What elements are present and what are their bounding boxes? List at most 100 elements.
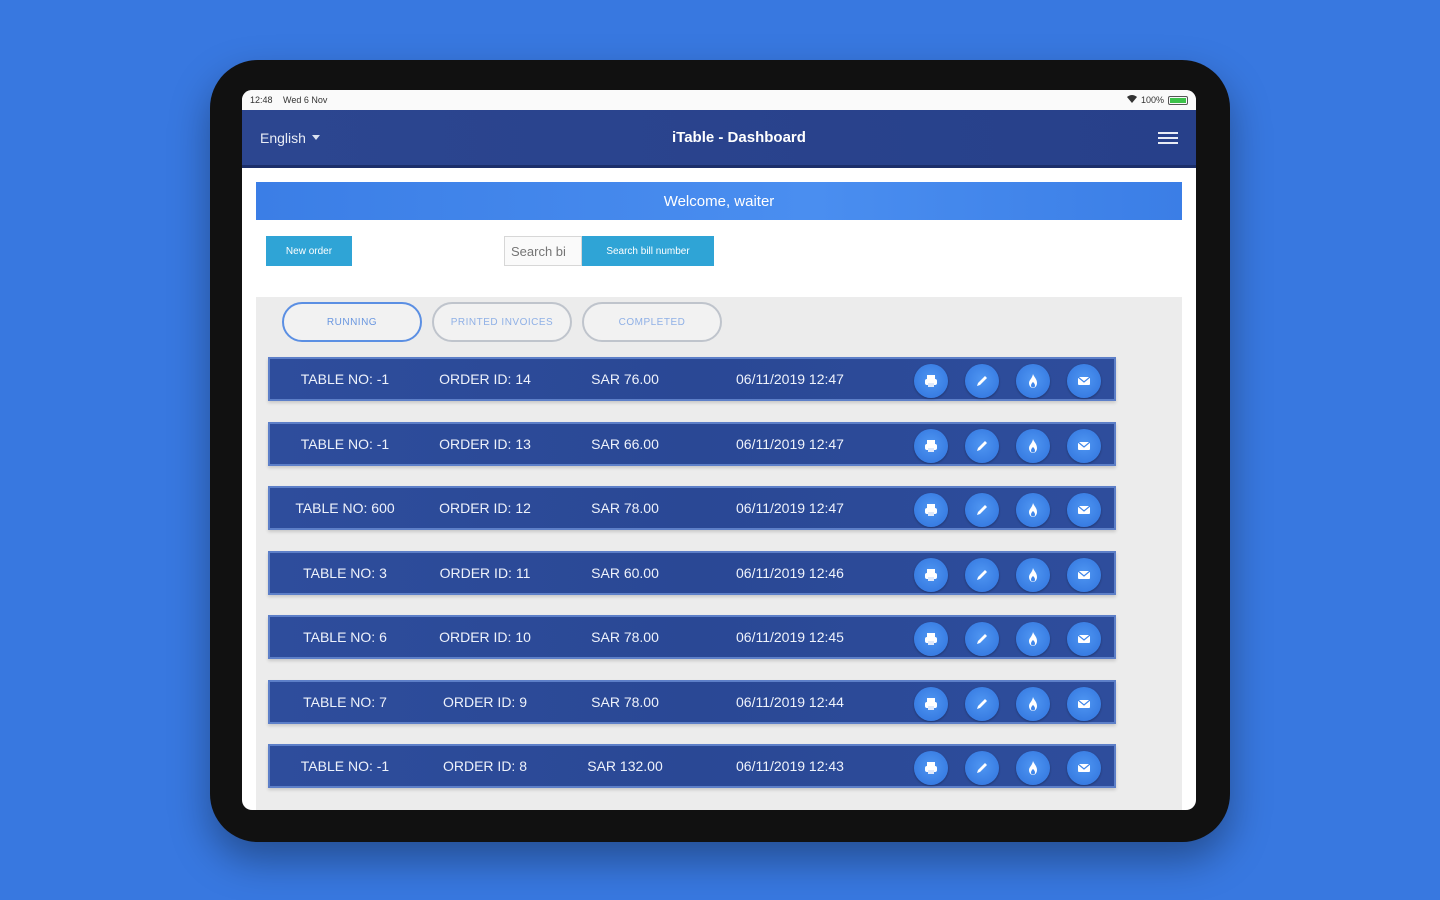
- order-datetime: 06/11/2019 12:47: [736, 435, 844, 452]
- language-selector[interactable]: English: [260, 130, 320, 146]
- order-row[interactable]: TABLE NO: -1 ORDER ID: 13 SAR 66.00 06/11/2…: [268, 421, 1116, 466]
- order-table-number: TABLE NO: 600: [295, 500, 395, 516]
- battery-percent: 100%: [1140, 95, 1164, 105]
- mail-button[interactable]: [1067, 751, 1101, 785]
- order-tabs: RUNNING PRINTED INVOICES COMPLETED: [282, 302, 722, 342]
- order-datetime: 06/11/2019 12:45: [736, 629, 844, 645]
- status-time: 12:48: [250, 95, 273, 105]
- print-button[interactable]: [914, 686, 948, 721]
- search-bill-button[interactable]: Search bill number: [582, 236, 714, 266]
- order-row[interactable]: TABLE NO: 3 ORDER ID: 11 SAR 60.00 06/11/20…: [268, 550, 1116, 595]
- tab-completed[interactable]: COMPLETED: [582, 302, 722, 342]
- print-button[interactable]: [914, 751, 948, 785]
- edit-icon: [974, 631, 990, 647]
- edit-button[interactable]: [965, 557, 999, 592]
- order-amount: SAR 66.00: [591, 435, 659, 452]
- order-table-number: TABLE NO: 6: [303, 629, 387, 645]
- tab-running[interactable]: RUNNING: [282, 302, 422, 342]
- fire-button[interactable]: [1016, 622, 1050, 656]
- print-icon: [923, 373, 939, 389]
- edit-icon: [974, 567, 990, 583]
- mail-icon: [1076, 438, 1092, 454]
- order-actions: [914, 428, 1101, 463]
- mail-button[interactable]: [1067, 428, 1101, 463]
- mail-button[interactable]: [1067, 493, 1101, 527]
- order-actions: [914, 557, 1101, 592]
- edit-icon: [974, 438, 990, 454]
- order-datetime: 06/11/2019 12:47: [736, 371, 844, 387]
- status-date: Wed 6 Nov: [283, 95, 328, 105]
- order-row[interactable]: TABLE NO: 600 ORDER ID: 12 SAR 78.00 06/11/…: [268, 486, 1116, 530]
- caret-down-icon: [311, 135, 320, 140]
- app-screen: 12:48 Wed 6 Nov 100% English iTable - Da…: [242, 90, 1196, 810]
- orders-list: TABLE NO: -1 ORDER ID: 14 SAR 76.00 06/11/2…: [268, 357, 1116, 809]
- order-row[interactable]: TABLE NO: 7 ORDER ID: 9 SAR 78.00 06/11/201…: [268, 679, 1116, 724]
- order-row[interactable]: TABLE NO: 6 ORDER ID: 10 SAR 78.00 06/11/20…: [268, 615, 1116, 659]
- order-amount: SAR 78.00: [591, 629, 659, 645]
- order-datetime: 06/11/2019 12:47: [736, 500, 844, 516]
- order-amount: SAR 78.00: [591, 693, 659, 710]
- page-title: iTable - Dashboard: [672, 129, 806, 146]
- edit-button[interactable]: [965, 364, 999, 398]
- mail-icon: [1076, 696, 1092, 712]
- action-bar: New order Search bill number: [242, 220, 1196, 286]
- order-datetime: 06/11/2019 12:44: [736, 693, 844, 710]
- order-id: ORDER ID: 10: [439, 629, 531, 645]
- edit-button[interactable]: [965, 428, 999, 463]
- edit-icon: [974, 502, 990, 518]
- fire-icon: [1025, 760, 1041, 776]
- mail-button[interactable]: [1067, 622, 1101, 656]
- new-order-button[interactable]: New order: [266, 236, 352, 266]
- order-table-number: TABLE NO: -1: [300, 435, 390, 452]
- edit-button[interactable]: [965, 751, 999, 785]
- menu-icon[interactable]: [1158, 129, 1178, 147]
- print-icon: [923, 438, 939, 454]
- fire-button[interactable]: [1016, 557, 1050, 592]
- order-amount: SAR 76.00: [591, 371, 659, 387]
- order-row[interactable]: TABLE NO: -1 ORDER ID: 8 SAR 132.00 06/11/2…: [268, 744, 1116, 788]
- order-amount: SAR 60.00: [591, 564, 659, 581]
- print-button[interactable]: [914, 364, 948, 398]
- mail-button[interactable]: [1067, 557, 1101, 592]
- order-actions: [914, 493, 1101, 527]
- fire-icon: [1025, 696, 1041, 712]
- edit-button[interactable]: [965, 622, 999, 656]
- print-icon: [923, 696, 939, 712]
- order-id: ORDER ID: 13: [439, 435, 531, 452]
- print-icon: [923, 760, 939, 776]
- print-button[interactable]: [914, 428, 948, 463]
- tablet-frame: 12:48 Wed 6 Nov 100% English iTable - Da…: [210, 60, 1230, 842]
- wifi-icon: [1126, 95, 1137, 105]
- mail-button[interactable]: [1067, 686, 1101, 721]
- fire-button[interactable]: [1016, 428, 1050, 463]
- mail-icon: [1076, 631, 1092, 647]
- orders-panel: RUNNING PRINTED INVOICES COMPLETED TABLE N…: [256, 297, 1182, 810]
- order-table-number: TABLE NO: -1: [300, 758, 390, 774]
- order-id: ORDER ID: 9: [442, 693, 527, 710]
- order-amount: SAR 132.00: [587, 758, 663, 774]
- order-datetime: 06/11/2019 12:46: [736, 564, 844, 581]
- mail-button[interactable]: [1067, 364, 1101, 398]
- mail-icon: [1076, 373, 1092, 389]
- welcome-banner: Welcome, waiter: [256, 182, 1182, 220]
- order-id: ORDER ID: 12: [439, 500, 531, 516]
- edit-icon: [974, 373, 990, 389]
- order-row[interactable]: TABLE NO: -1 ORDER ID: 14 SAR 76.00 06/11/2…: [268, 357, 1116, 401]
- print-button[interactable]: [914, 493, 948, 527]
- print-button[interactable]: [914, 557, 948, 592]
- fire-button[interactable]: [1016, 364, 1050, 398]
- fire-button[interactable]: [1016, 686, 1050, 721]
- order-id: ORDER ID: 8: [442, 758, 527, 774]
- mail-icon: [1076, 502, 1092, 518]
- fire-button[interactable]: [1016, 751, 1050, 785]
- fire-button[interactable]: [1016, 493, 1050, 527]
- order-id: ORDER ID: 14: [439, 371, 531, 387]
- print-button[interactable]: [914, 622, 948, 656]
- tab-printed-invoices[interactable]: PRINTED INVOICES: [432, 302, 572, 342]
- print-icon: [923, 631, 939, 647]
- edit-button[interactable]: [965, 493, 999, 527]
- top-navbar: English iTable - Dashboard: [242, 110, 1196, 168]
- edit-button[interactable]: [965, 686, 999, 721]
- search-bill-input[interactable]: [504, 236, 582, 266]
- battery-icon: [1168, 95, 1188, 105]
